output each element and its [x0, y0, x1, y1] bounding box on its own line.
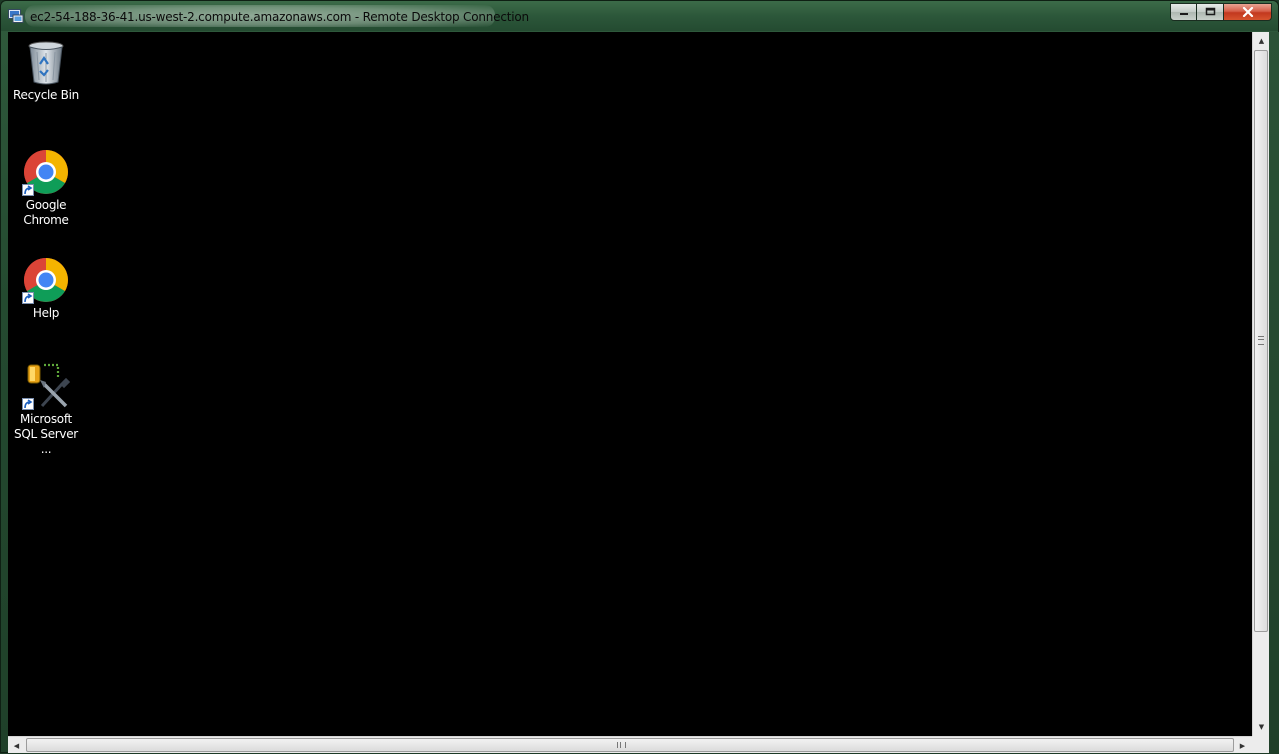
- desktop-icon-recycle-bin[interactable]: Recycle Bin: [8, 38, 84, 103]
- desktop-icon-help[interactable]: Help: [8, 256, 84, 321]
- caption-buttons: [1170, 3, 1272, 23]
- rdp-window: ec2-54-188-36-41.us-west-2.compute.amazo…: [0, 0, 1279, 753]
- maximize-button[interactable]: [1197, 3, 1224, 21]
- vertical-scroll-thumb[interactable]: [1254, 50, 1268, 632]
- desktop-icon-label: Recycle Bin: [13, 88, 79, 102]
- minimize-button[interactable]: [1170, 3, 1197, 21]
- horizontal-scroll-thumb[interactable]: [26, 738, 1234, 752]
- window-frame-edge: [1269, 32, 1279, 753]
- window-title: ec2-54-188-36-41.us-west-2.compute.amazo…: [30, 10, 529, 24]
- scroll-up-arrow-icon[interactable]: ▲: [1253, 32, 1270, 49]
- close-button[interactable]: [1224, 3, 1272, 21]
- horizontal-scrollbar[interactable]: ◀ ▶: [8, 736, 1252, 753]
- scroll-left-arrow-icon[interactable]: ◀: [8, 737, 25, 754]
- shortcut-arrow-icon: [22, 184, 34, 196]
- shortcut-arrow-icon: [22, 292, 34, 304]
- remote-desktop-area[interactable]: Recycle Bin Google Chrome Help Microsoft…: [8, 32, 1252, 736]
- desktop-icon-label: Help: [32, 306, 60, 320]
- desktop-icon-label: Microsoft: [20, 412, 72, 426]
- scroll-right-arrow-icon[interactable]: ▶: [1234, 737, 1251, 754]
- desktop-icon-label: Google: [25, 198, 67, 212]
- scrollbar-corner: [1252, 736, 1269, 753]
- vertical-scrollbar[interactable]: ▲ ▼: [1252, 32, 1269, 736]
- recycle-bin-icon: [28, 41, 64, 85]
- desktop-icon-label: Chrome: [23, 213, 69, 227]
- restore-icon: [1205, 7, 1216, 16]
- close-icon: [1242, 7, 1253, 17]
- desktop-icon-google-chrome[interactable]: Google Chrome: [8, 148, 84, 228]
- remote-desktop-icon[interactable]: [8, 9, 24, 23]
- shortcut-arrow-icon: [22, 398, 34, 410]
- desktop-icon-label: SQL Server ...: [14, 427, 78, 456]
- title-bar[interactable]: ec2-54-188-36-41.us-west-2.compute.amazo…: [1, 1, 1278, 31]
- scroll-down-arrow-icon[interactable]: ▼: [1253, 718, 1270, 735]
- desktop-icon-sql-server[interactable]: Microsoft SQL Server ...: [8, 362, 84, 457]
- minimize-icon: [1179, 13, 1188, 15]
